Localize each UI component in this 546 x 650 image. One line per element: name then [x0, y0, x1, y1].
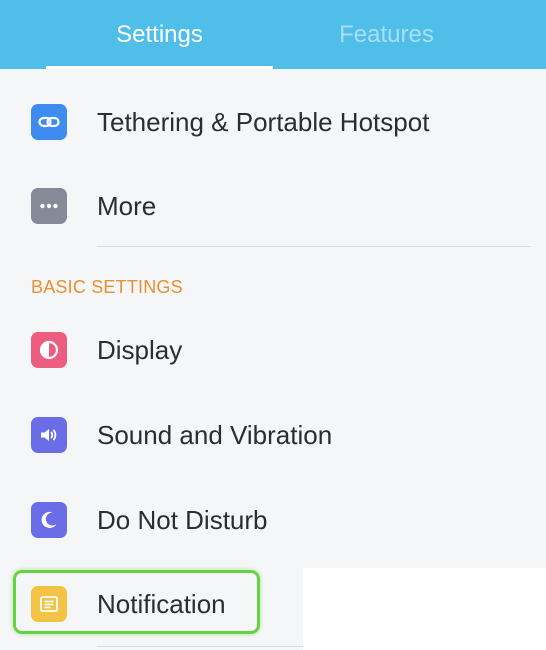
tab-settings-label: Settings	[116, 20, 203, 48]
settings-item-sound[interactable]: Sound and Vibration	[0, 405, 546, 465]
link-icon	[31, 104, 67, 140]
settings-item-tethering[interactable]: Tethering & Portable Hotspot	[0, 92, 546, 152]
notification-list-icon	[31, 586, 67, 622]
contrast-icon	[31, 332, 67, 368]
more-dots-icon	[31, 188, 67, 224]
section-divider	[97, 246, 531, 247]
tab-bar: Settings Features	[0, 0, 546, 69]
tab-features-label: Features	[339, 20, 434, 48]
settings-item-label: Sound and Vibration	[97, 420, 333, 450]
section-header-basic-settings: BASIC SETTINGS	[31, 277, 183, 297]
tab-settings[interactable]: Settings	[46, 0, 273, 69]
settings-list: Tethering & Portable Hotspot More BASIC …	[0, 69, 546, 650]
moon-icon	[31, 502, 67, 538]
settings-item-label: Notification	[97, 589, 226, 619]
speaker-icon	[31, 417, 67, 453]
settings-item-more[interactable]: More	[0, 176, 546, 236]
settings-item-label: Display	[97, 335, 183, 365]
settings-item-label: More	[97, 191, 157, 221]
settings-item-do-not-disturb[interactable]: Do Not Disturb	[0, 490, 546, 550]
settings-item-display[interactable]: Display	[0, 320, 546, 380]
tab-features[interactable]: Features	[273, 0, 500, 69]
overlay-block	[303, 568, 546, 650]
settings-item-label: Tethering & Portable Hotspot	[97, 107, 430, 137]
settings-item-label: Do Not Disturb	[97, 505, 268, 535]
